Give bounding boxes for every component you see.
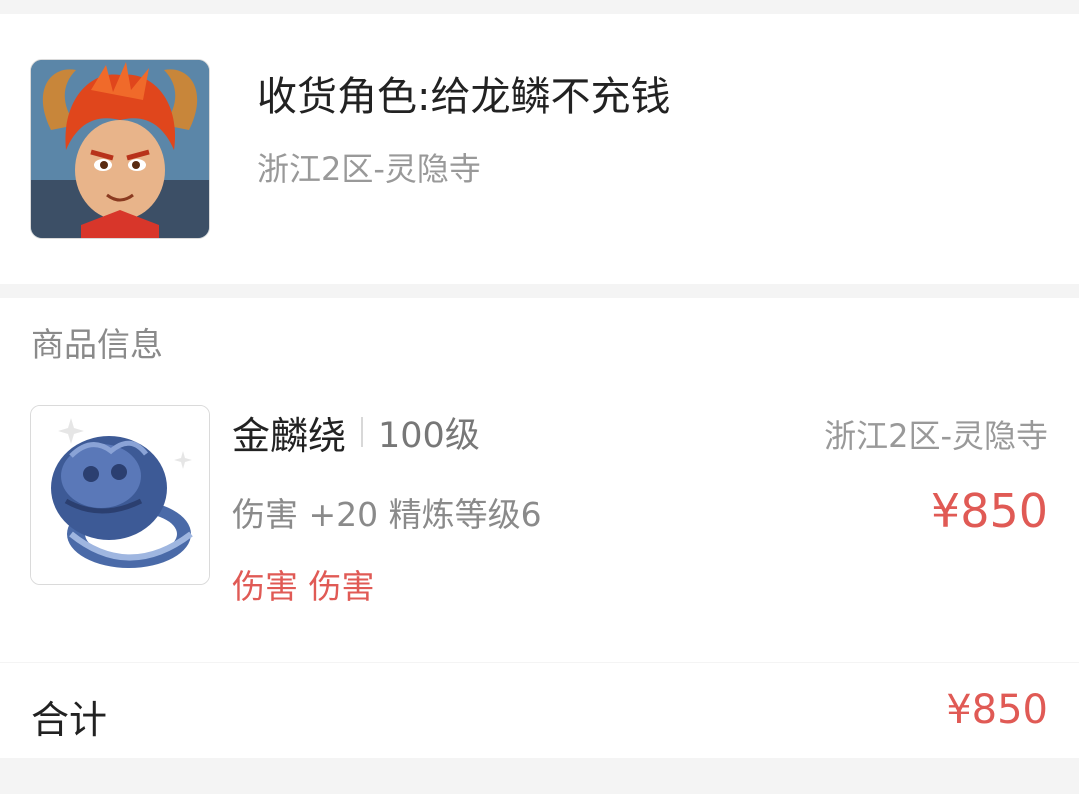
receiver-role-name: 收货角色:给龙鳞不充钱 xyxy=(257,74,671,120)
receiver-card: 收货角色:给龙鳞不充钱 浙江2区-灵隐寺 xyxy=(0,14,1079,284)
total-label: 合计 xyxy=(31,698,108,742)
total-row: 合计 ¥850 xyxy=(0,663,1079,758)
item-server: 浙江2区-灵隐寺 xyxy=(824,417,1048,455)
receiver-server: 浙江2区-灵隐寺 xyxy=(257,150,481,188)
item-name-row: 金麟绕 100级 xyxy=(232,408,480,458)
goods-info-card: 商品信息 金麟绕 100级 浙江2区-灵隐寺 伤害 +20 精炼等级6 ¥850… xyxy=(0,298,1079,662)
item-price: ¥850 xyxy=(930,484,1048,538)
item-attributes: 伤害 +20 精炼等级6 xyxy=(232,495,542,534)
divider xyxy=(361,417,364,447)
item-tags: 伤害 伤害 xyxy=(232,567,375,606)
beast-ring-icon xyxy=(30,405,210,585)
section-title: 商品信息 xyxy=(31,325,163,364)
monkey-king-avatar-icon xyxy=(30,59,210,239)
total-price: ¥850 xyxy=(946,687,1048,733)
item-name: 金麟绕 xyxy=(232,413,347,458)
item-level: 100级 xyxy=(378,415,480,456)
